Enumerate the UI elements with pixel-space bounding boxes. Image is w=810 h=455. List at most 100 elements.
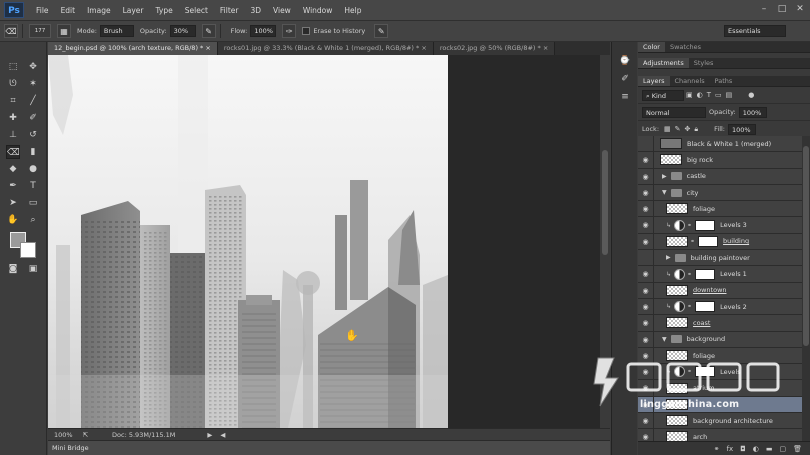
airbrush-icon[interactable]: ✑ (282, 24, 297, 38)
mode-select[interactable]: Brush (99, 25, 134, 37)
tab-layers[interactable]: Layers (638, 76, 670, 86)
brush-preset-picker[interactable]: 177 (29, 24, 51, 38)
layer-thumbnail[interactable] (666, 431, 688, 441)
new-layer-icon[interactable]: ▢ (779, 445, 786, 453)
fill-input[interactable]: 100% (728, 123, 756, 135)
eye-icon[interactable]: ◉ (638, 429, 654, 441)
chevron-right-icon[interactable]: ▶ (666, 254, 671, 261)
brush-panel-toggle-icon[interactable]: ▦ (57, 24, 71, 38)
layer-row[interactable]: ◉ background architecture (638, 413, 802, 430)
marquee-tool-icon[interactable]: ⬚ (6, 60, 20, 74)
doc-tab-rocks01[interactable]: rocks01.jpg @ 33.3% (Black & White 1 (me… (217, 42, 434, 55)
doc-tab-rocks02[interactable]: rocks02.jpg @ 50% (RGB/8#) * × (433, 42, 556, 55)
maximize-button[interactable]: □ (776, 3, 788, 15)
eye-icon[interactable]: ◉ (638, 331, 654, 347)
layer-row[interactable]: ◉ ▼ city (638, 184, 802, 202)
layer-thumbnail[interactable] (666, 317, 688, 329)
type-tool-icon[interactable]: T (26, 179, 40, 193)
eye-icon[interactable]: ◉ (638, 282, 654, 298)
vertical-scroll-thumb[interactable] (602, 150, 608, 255)
tab-swatches[interactable]: Swatches (665, 42, 706, 52)
zoom-level[interactable]: 100% (54, 431, 73, 439)
tab-adjustments[interactable]: Adjustments (638, 58, 689, 68)
layer-thumbnail[interactable] (666, 284, 688, 296)
layer-row[interactable]: Black & White 1 (merged) (638, 136, 802, 153)
menu-help[interactable]: Help (338, 6, 367, 15)
opacity-input[interactable]: 30% (169, 25, 196, 37)
magic-wand-tool-icon[interactable]: ✶ (26, 77, 40, 91)
eye-icon[interactable] (638, 136, 654, 152)
background-color-swatch[interactable] (20, 242, 36, 258)
layer-thumbnail[interactable] (666, 415, 688, 427)
layer-opacity-input[interactable]: 100% (738, 106, 767, 118)
eraser-tool-icon[interactable]: ⌫ (4, 24, 18, 38)
filter-type-icon[interactable]: T (707, 91, 711, 99)
quick-mask-icon[interactable]: ◙ (6, 262, 20, 276)
link-icon[interactable]: ⚭ (690, 238, 695, 245)
eye-icon[interactable]: ◉ (638, 217, 654, 233)
properties-panel-icon[interactable]: ≡ (618, 90, 632, 104)
layer-row[interactable]: ◉ downtown (638, 282, 802, 299)
zoom-tool-icon[interactable]: ⌕ (26, 213, 40, 227)
menu-filter[interactable]: Filter (214, 6, 245, 15)
layer-row[interactable]: ◉ coast (638, 315, 802, 332)
minimize-button[interactable]: – (758, 3, 770, 15)
menu-3d[interactable]: 3D (244, 6, 267, 15)
layer-mask-thumbnail[interactable] (695, 219, 716, 231)
chevron-down-icon[interactable]: ▼ (662, 189, 667, 196)
tab-color[interactable]: Color (638, 42, 665, 52)
menu-image[interactable]: Image (81, 6, 117, 15)
clone-stamp-tool-icon[interactable]: ⊥ (6, 128, 20, 142)
link-icon[interactable]: ⚭ (687, 222, 692, 229)
erase-to-history-checkbox[interactable] (302, 27, 311, 35)
lock-transparency-icon[interactable]: ▦ (664, 125, 671, 133)
layer-thumbnail[interactable] (660, 138, 682, 150)
brush-panel-icon[interactable]: ✐ (618, 72, 632, 86)
menu-layer[interactable]: Layer (117, 6, 150, 15)
layer-row[interactable]: ◉ foliage (638, 201, 802, 218)
screen-mode-icon[interactable]: ▣ (26, 262, 40, 276)
filter-shape-icon[interactable]: ▭ (715, 91, 722, 99)
history-brush-tool-icon[interactable]: ↺ (26, 128, 40, 142)
healing-brush-tool-icon[interactable]: ✚ (6, 111, 20, 125)
layer-row[interactable]: ◉ ▼ background (638, 331, 802, 348)
status-menu-arrow-icon[interactable]: ▶ (207, 431, 212, 439)
trash-icon[interactable]: 🗑︎ (793, 445, 802, 453)
doc-tab-12-begin[interactable]: 12_begin.psd @ 100% (arch texture, RGB/8… (48, 42, 218, 55)
layer-row[interactable]: ▶ building paintover (638, 250, 802, 267)
city-painting-canvas[interactable] (48, 55, 448, 428)
eye-icon[interactable]: ◉ (638, 184, 654, 201)
layer-mask-thumbnail[interactable] (698, 235, 719, 247)
scroll-left-icon[interactable]: ◀ (220, 431, 225, 439)
path-selection-tool-icon[interactable]: ➤ (6, 196, 20, 210)
layer-row[interactable]: ◉ ↳ ⚭ Levels 2 (638, 298, 802, 316)
link-icon[interactable]: ⚭ (687, 271, 692, 278)
menu-window[interactable]: Window (297, 6, 339, 15)
new-adjustment-icon[interactable]: ◐ (753, 445, 759, 453)
layer-row[interactable]: ◉ ⚭ building (638, 233, 802, 251)
rectangle-tool-icon[interactable]: ▭ (26, 196, 40, 210)
history-panel-icon[interactable]: ⌚ (618, 54, 632, 68)
close-icon[interactable]: × (421, 44, 426, 52)
layers-scroll-thumb[interactable] (803, 146, 809, 346)
lock-position-icon[interactable]: ✥ (685, 125, 691, 133)
new-group-icon[interactable]: ▬ (766, 445, 773, 453)
blend-mode-select[interactable]: Normal (642, 106, 706, 118)
eye-icon[interactable]: ◉ (638, 233, 654, 250)
layer-row[interactable]: ◉ ↳ ⚭ Levels 1 (638, 266, 802, 283)
layer-row[interactable]: ◉ ↳ ⚭ Levels 3 (638, 217, 802, 234)
flow-input[interactable]: 100% (250, 25, 277, 37)
menu-select[interactable]: Select (179, 6, 214, 15)
lock-image-icon[interactable]: ✎ (675, 125, 681, 133)
lasso-tool-icon[interactable]: ᘎ (6, 77, 20, 91)
canvas-area[interactable]: ✋ (48, 55, 600, 428)
layer-thumbnail[interactable] (666, 203, 688, 215)
eye-icon[interactable]: ◉ (638, 315, 654, 331)
filter-adjustment-icon[interactable]: ◐ (697, 91, 703, 99)
eye-icon[interactable]: ◉ (638, 168, 654, 184)
menu-type[interactable]: Type (150, 6, 179, 15)
move-tool-icon[interactable]: ✥ (26, 60, 40, 74)
eye-icon[interactable]: ◉ (638, 201, 654, 217)
hand-tool-icon[interactable]: ✋ (6, 213, 20, 227)
close-icon[interactable]: × (205, 44, 210, 52)
